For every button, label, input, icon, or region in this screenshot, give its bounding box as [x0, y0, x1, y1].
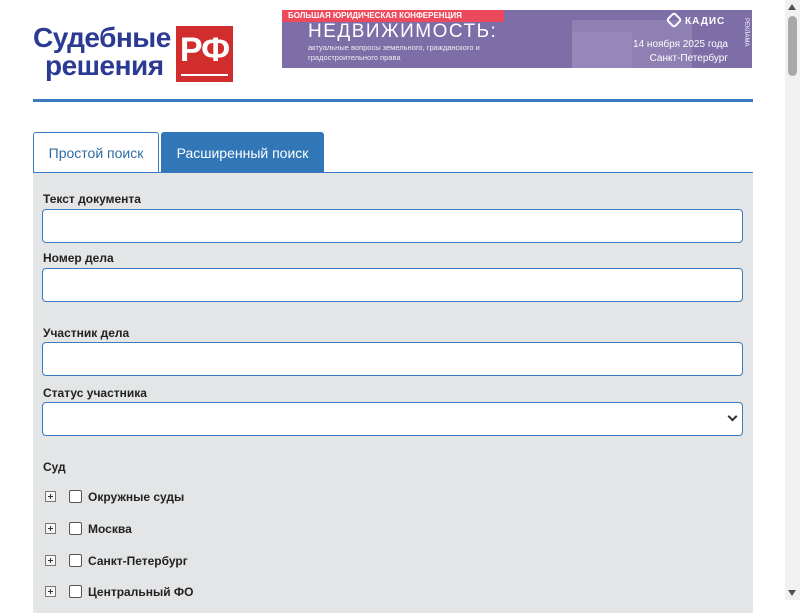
banner-date: 14 ноября 2025 года [633, 39, 728, 50]
logo-line-2: решения [45, 50, 164, 81]
banner-building-shape [572, 32, 632, 68]
banner-title: НЕДВИЖИМОСТЬ: [308, 21, 498, 42]
advanced-search-form: Текст документа Номер дела Участник дела… [33, 173, 753, 613]
banner-subtitle: актуальные вопросы земельного, гражданск… [308, 43, 480, 62]
expand-plus-icon[interactable] [45, 523, 56, 534]
case-number-input[interactable] [42, 268, 743, 302]
logo-badge-text: РФ [179, 31, 230, 69]
participant-status-label: Статус участника [43, 386, 147, 400]
page-scrollbar[interactable] [785, 0, 800, 600]
court-item-label: Окружные суды [88, 490, 185, 504]
banner-city: Санкт-Петербург [649, 53, 728, 64]
logo-badge: РФ [176, 26, 233, 82]
participant-label: Участник дела [43, 326, 130, 340]
court-checkbox[interactable] [69, 490, 82, 503]
court-checkbox[interactable] [69, 585, 82, 598]
scroll-up-arrow-icon[interactable] [788, 4, 796, 10]
logo-line-1: Судебные [33, 22, 171, 53]
expand-plus-icon[interactable] [45, 586, 56, 597]
document-text-input[interactable] [42, 209, 743, 243]
court-checkbox[interactable] [69, 554, 82, 567]
tab-advanced-search[interactable]: Расширенный поиск [161, 132, 324, 173]
conference-banner[interactable]: БОЛЬШАЯ ЮРИДИЧЕСКАЯ КОНФЕРЕНЦИЯ НЕДВИЖИМ… [282, 10, 752, 68]
banner-brand-name: КАДИС [685, 16, 726, 27]
case-number-label: Номер дела [43, 251, 114, 265]
brand-logo-icon [665, 11, 683, 29]
tab-simple-search[interactable]: Простой поиск [33, 132, 159, 173]
site-logo[interactable]: Судебные решения РФ [33, 24, 235, 86]
court-item-label: Москва [88, 522, 132, 536]
expand-plus-icon[interactable] [45, 491, 56, 502]
court-checkbox[interactable] [69, 522, 82, 535]
expand-plus-icon[interactable] [45, 555, 56, 566]
court-label: Суд [43, 460, 66, 474]
participant-status-select[interactable] [42, 402, 743, 436]
logo-badge-underline [181, 74, 228, 76]
participant-input[interactable] [42, 342, 743, 376]
court-item-label: Центральный ФО [88, 585, 194, 599]
header-divider [33, 99, 753, 102]
document-text-label: Текст документа [43, 192, 141, 206]
banner-date-block: 14 ноября 2025 года Санкт-Петербург [633, 38, 728, 66]
court-item-label: Санкт-Петербург [88, 554, 188, 568]
scrollbar-thumb[interactable] [788, 16, 797, 76]
scroll-down-arrow-icon[interactable] [788, 590, 796, 596]
chevron-down-icon [727, 411, 738, 422]
banner-brand: КАДИС [665, 11, 726, 29]
banner-ad-mark: РЕКЛАМА [743, 18, 749, 47]
logo-text: Судебные решения [33, 24, 171, 80]
